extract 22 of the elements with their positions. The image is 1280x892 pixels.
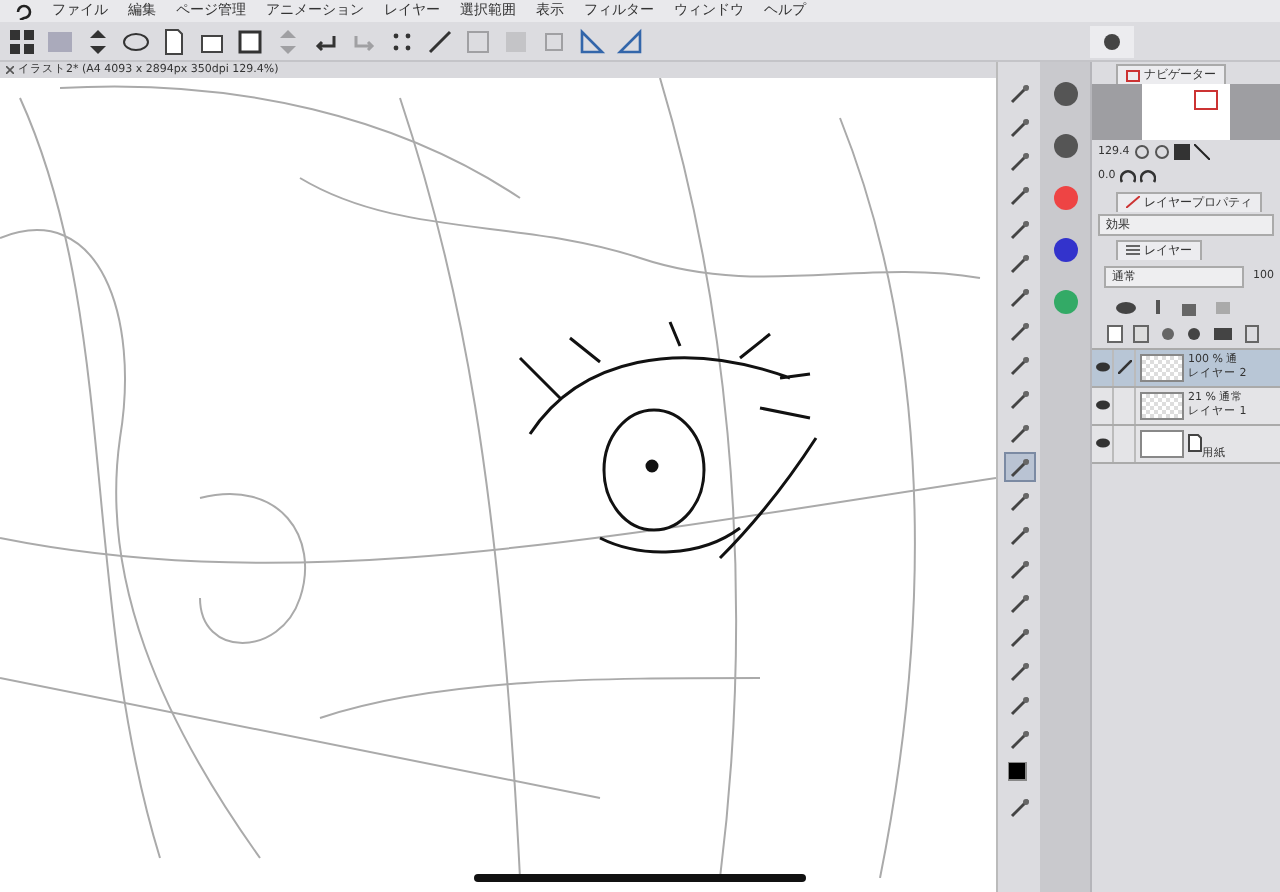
frame-icon (1126, 69, 1140, 81)
ruler-icon[interactable] (576, 25, 608, 57)
layer-thumbnail (1140, 391, 1184, 419)
layer-thumbnail (1140, 429, 1184, 457)
layer-thumbnail (1140, 353, 1184, 381)
square-icon[interactable] (234, 25, 266, 57)
line-icon[interactable] (424, 25, 456, 57)
view-frame-icon (1194, 90, 1218, 110)
rotate-right-icon[interactable] (1139, 168, 1156, 185)
tool-icon[interactable] (1003, 452, 1035, 482)
grid-icon[interactable] (6, 25, 38, 57)
eye-icon[interactable] (1095, 400, 1109, 410)
ruler-icon[interactable] (614, 25, 646, 57)
zoom-out-icon[interactable] (1133, 144, 1150, 161)
close-icon[interactable] (6, 66, 14, 74)
eye-icon[interactable] (1095, 438, 1109, 448)
app-logo-icon[interactable] (16, 3, 32, 19)
list-icon (1126, 244, 1140, 256)
eye-icon[interactable] (1095, 362, 1109, 372)
page-icon (1188, 434, 1202, 452)
rotate-left-icon[interactable] (1119, 168, 1136, 185)
zoom-in-icon[interactable] (1153, 144, 1170, 161)
